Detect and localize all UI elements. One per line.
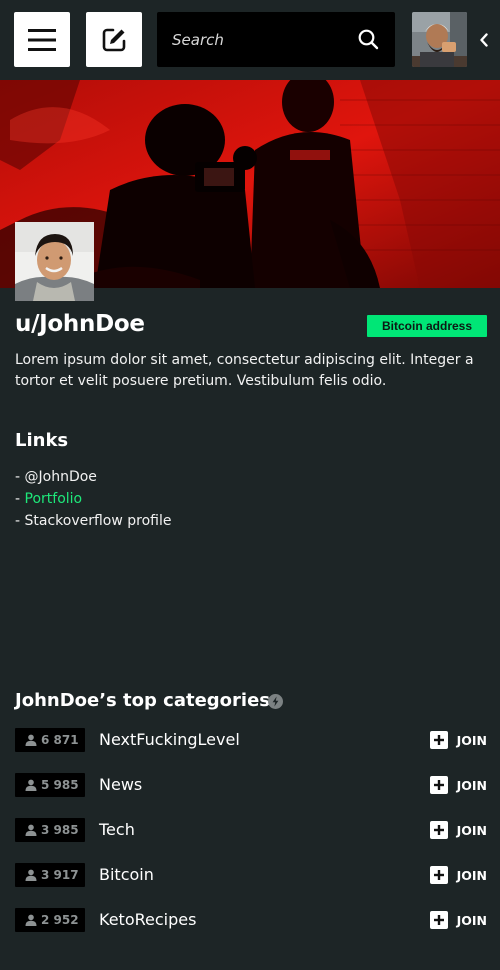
links-heading: Links — [15, 430, 69, 451]
profile-username: u/JohnDoe — [15, 311, 145, 337]
member-count-badge: 6 871 — [15, 728, 85, 752]
menu-icon — [28, 28, 56, 51]
member-count: 2 952 — [41, 913, 79, 927]
join-label: JOIN — [456, 912, 487, 928]
join-label: JOIN — [456, 822, 487, 838]
link-item-portfolio: - Portfolio — [15, 491, 83, 507]
person-icon — [25, 824, 37, 836]
join-button[interactable]: JOIN — [429, 909, 487, 931]
person-icon — [25, 779, 37, 791]
join-label: JOIN — [456, 867, 487, 883]
category-row: 6 871 NextFuckingLevel JOIN — [15, 728, 487, 752]
category-name[interactable]: Bitcoin — [99, 865, 154, 884]
menu-button[interactable] — [14, 12, 70, 67]
plus-icon — [429, 911, 448, 929]
member-count-badge: 2 952 — [15, 908, 85, 932]
category-name[interactable]: NextFuckingLevel — [99, 730, 240, 749]
search-bar — [157, 12, 395, 67]
category-name[interactable]: News — [99, 775, 142, 794]
person-icon — [25, 734, 37, 746]
portfolio-link[interactable]: Portfolio — [25, 491, 83, 507]
plus-icon — [429, 731, 448, 749]
plus-icon — [429, 821, 448, 839]
collapse-button[interactable] — [476, 30, 492, 50]
join-button[interactable]: JOIN — [429, 819, 487, 841]
category-row: 3 985 Tech JOIN — [15, 818, 487, 842]
plus-icon — [429, 866, 448, 884]
join-button[interactable]: JOIN — [429, 864, 487, 886]
top-bar — [0, 0, 500, 80]
top-categories-heading: JohnDoe’s top categories — [15, 690, 270, 711]
profile-avatar — [15, 222, 94, 301]
new-post-button[interactable] — [86, 12, 142, 67]
plus-icon — [429, 776, 448, 794]
link-item-stackoverflow[interactable]: - Stackoverflow profile — [15, 510, 172, 532]
category-row: 2 952 KetoRecipes JOIN — [15, 908, 487, 932]
category-row: 3 917 Bitcoin JOIN — [15, 863, 487, 887]
member-count: 3 985 — [41, 823, 79, 837]
member-count: 3 917 — [41, 868, 79, 882]
category-name[interactable]: KetoRecipes — [99, 910, 196, 929]
category-row: 5 985 News JOIN — [15, 773, 487, 797]
links-list: - @JohnDoe - Portfolio - Stackoverflow p… — [15, 466, 172, 532]
join-button[interactable]: JOIN — [429, 774, 487, 796]
person-icon — [25, 914, 37, 926]
member-count-badge: 3 985 — [15, 818, 85, 842]
link-item-handle[interactable]: - @JohnDoe — [15, 466, 172, 488]
join-label: JOIN — [456, 777, 487, 793]
bitcoin-address-button[interactable]: Bitcoin address — [367, 315, 487, 337]
search-icon[interactable] — [358, 29, 379, 50]
join-button[interactable]: JOIN — [429, 729, 487, 751]
chevron-left-icon — [480, 33, 488, 47]
lightning-icon — [268, 694, 283, 709]
user-avatar[interactable] — [412, 12, 467, 67]
search-input[interactable] — [157, 12, 347, 67]
member-count-badge: 5 985 — [15, 773, 85, 797]
member-count-badge: 3 917 — [15, 863, 85, 887]
member-count: 6 871 — [41, 733, 79, 747]
profile-bio: Lorem ipsum dolor sit amet, consectetur … — [15, 352, 474, 389]
category-name[interactable]: Tech — [99, 820, 135, 839]
person-icon — [25, 869, 37, 881]
member-count: 5 985 — [41, 778, 79, 792]
join-label: JOIN — [456, 732, 487, 748]
edit-icon — [102, 28, 126, 51]
